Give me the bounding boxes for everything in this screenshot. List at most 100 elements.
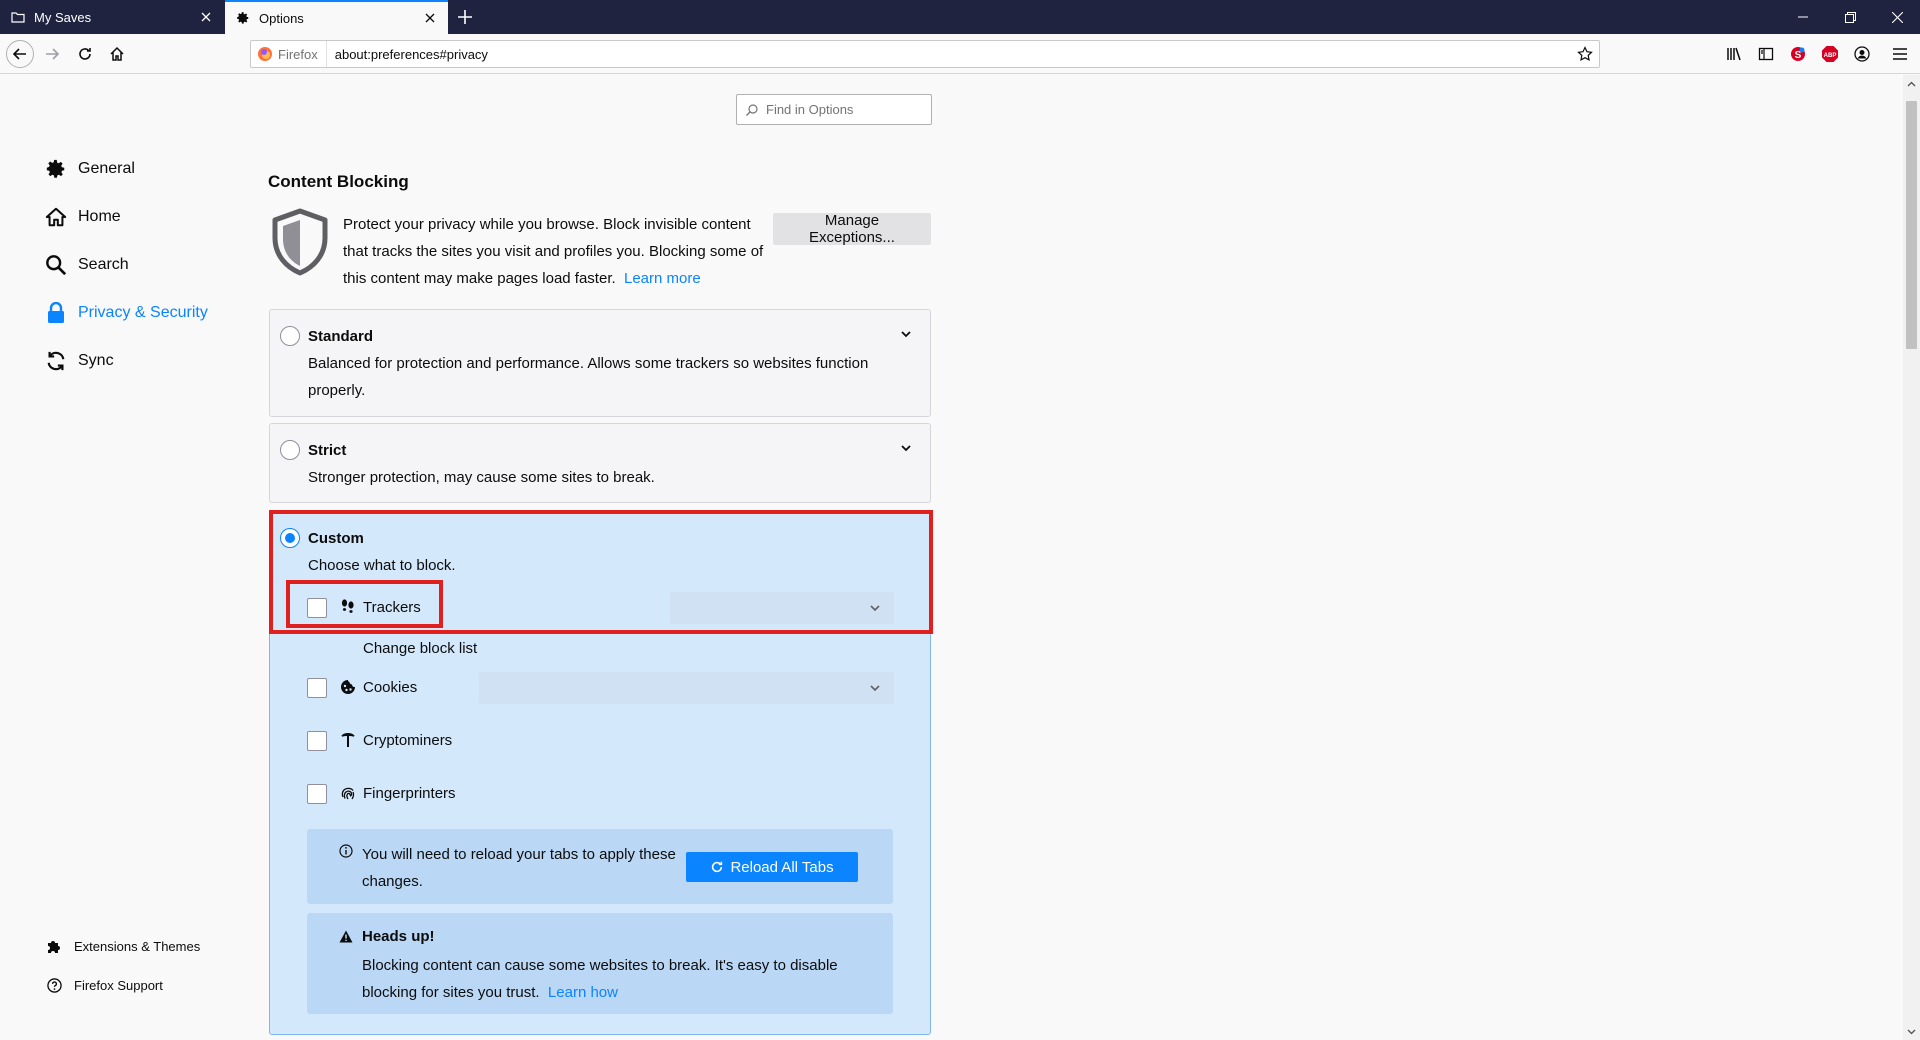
reload-notice-text: You will need to reload your tabs to app… — [362, 846, 676, 890]
custom-radio[interactable] — [280, 528, 300, 548]
vertical-scrollbar[interactable] — [1903, 75, 1920, 1040]
change-block-list-link[interactable]: Change block list — [363, 640, 477, 657]
scroll-down-arrow-icon[interactable] — [1903, 1023, 1920, 1040]
cookies-label: Cookies — [363, 679, 418, 696]
reload-all-tabs-button[interactable]: Reload All Tabs — [686, 852, 858, 882]
close-window-button[interactable] — [1874, 0, 1920, 34]
help-icon — [46, 977, 62, 993]
close-tab-icon[interactable] — [422, 10, 438, 26]
restore-button[interactable] — [1827, 0, 1873, 34]
cookies-checkbox[interactable] — [307, 678, 327, 698]
tab-options[interactable]: Options — [225, 0, 448, 34]
tab-my-saves[interactable]: My Saves — [0, 0, 224, 34]
chevron-down-icon — [870, 679, 880, 697]
svg-text:ABP: ABP — [1824, 53, 1837, 59]
cryptominers-checkbox[interactable] — [307, 731, 327, 751]
extensions-themes-link[interactable]: Extensions & Themes — [46, 935, 200, 957]
chevron-down-icon[interactable] — [898, 440, 914, 456]
chevron-down-icon — [870, 599, 880, 617]
nav-bar: Firefox about:preferences#privacy S ABP — [0, 34, 1920, 74]
pickaxe-icon — [339, 731, 357, 749]
fingerprinters-label: Fingerprinters — [363, 785, 456, 802]
shield-icon — [270, 208, 330, 276]
fingerprint-icon — [339, 784, 357, 802]
menu-icon[interactable] — [1890, 44, 1910, 64]
strict-radio[interactable] — [280, 440, 300, 460]
minimize-button[interactable] — [1780, 0, 1826, 34]
trackers-checkbox[interactable] — [307, 598, 327, 618]
footer-link-label: Firefox Support — [74, 977, 163, 993]
content-blocking-title: Content Blocking — [268, 172, 409, 191]
custom-description: Choose what to block. — [308, 557, 456, 574]
manage-exceptions-button[interactable]: Manage Exceptions... — [773, 212, 931, 246]
cookie-icon — [339, 678, 357, 696]
extension-s-icon[interactable]: S — [1788, 44, 1808, 64]
trackers-select[interactable] — [670, 592, 894, 624]
sidebar-icon[interactable] — [1756, 44, 1776, 64]
heads-up-warning: Heads up! Blocking content can cause som… — [307, 913, 893, 1014]
category-sync[interactable]: Sync — [44, 346, 114, 376]
puzzle-icon — [46, 938, 62, 954]
sync-icon — [44, 349, 68, 373]
identity-label: Firefox — [278, 46, 318, 62]
footprints-icon — [339, 598, 357, 616]
find-in-options-box[interactable] — [736, 94, 932, 125]
chevron-down-icon[interactable] — [898, 326, 914, 342]
lock-icon — [44, 301, 68, 325]
url-text[interactable]: about:preferences#privacy — [327, 47, 1571, 62]
content-blocking-description: Protect your privacy while you browse. B… — [343, 211, 767, 292]
category-search[interactable]: Search — [44, 250, 129, 280]
home-button[interactable] — [103, 40, 131, 68]
bookmark-star-icon[interactable] — [1571, 46, 1599, 62]
category-label: Home — [78, 208, 121, 225]
category-privacy-security[interactable]: Privacy & Security — [44, 298, 208, 328]
learn-more-link[interactable]: Learn more — [624, 270, 701, 287]
scroll-up-arrow-icon[interactable] — [1903, 75, 1920, 92]
cookies-select[interactable] — [479, 672, 894, 704]
url-bar[interactable]: Firefox about:preferences#privacy — [250, 40, 1600, 68]
heads-up-title: Heads up! — [362, 928, 435, 945]
account-icon[interactable] — [1852, 44, 1872, 64]
reload-icon — [712, 861, 723, 873]
forward-button[interactable] — [38, 40, 66, 68]
standard-option-card[interactable]: Standard Balanced for protection and per… — [269, 309, 931, 417]
cryptominers-label: Cryptominers — [363, 732, 453, 749]
category-general[interactable]: General — [44, 154, 135, 184]
strict-title: Strict — [308, 442, 347, 459]
category-home[interactable]: Home — [44, 202, 121, 232]
adblock-plus-icon[interactable]: ABP — [1820, 44, 1840, 64]
reload-all-tabs-label: Reload All Tabs — [730, 858, 834, 876]
strict-option-card[interactable]: Strict Stronger protection, may cause so… — [269, 423, 931, 503]
gear-icon — [44, 157, 68, 181]
firefox-support-link[interactable]: Firefox Support — [46, 974, 163, 996]
reload-notice: You will need to reload your tabs to app… — [307, 829, 893, 904]
heads-up-text: Blocking content can cause some websites… — [362, 952, 882, 1006]
new-tab-button[interactable] — [454, 6, 476, 28]
info-icon — [339, 844, 353, 863]
back-button[interactable] — [6, 40, 34, 68]
home-icon — [44, 205, 68, 229]
strict-description: Stronger protection, may cause some site… — [308, 469, 655, 486]
custom-title: Custom — [308, 530, 364, 547]
folder-icon — [10, 9, 26, 25]
reload-button[interactable] — [71, 40, 99, 68]
fingerprinters-checkbox[interactable] — [307, 784, 327, 804]
tab-strip: My Saves Options — [0, 0, 1920, 34]
gear-icon — [235, 10, 251, 26]
firefox-logo-icon — [258, 47, 272, 61]
learn-how-link[interactable]: Learn how — [548, 984, 618, 1001]
close-tab-icon[interactable] — [198, 9, 214, 25]
footer-link-label: Extensions & Themes — [74, 938, 201, 954]
identity-box[interactable]: Firefox — [251, 41, 327, 67]
standard-description: Balanced for protection and performance.… — [308, 355, 869, 399]
category-label: General — [78, 160, 135, 177]
tab-title: My Saves — [34, 9, 92, 25]
standard-radio[interactable] — [280, 326, 300, 346]
category-label: Sync — [78, 352, 114, 369]
find-in-options-input[interactable] — [764, 101, 924, 118]
standard-title: Standard — [308, 328, 374, 345]
tab-title: Options — [259, 10, 304, 26]
library-icon[interactable] — [1724, 44, 1744, 64]
category-label: Privacy & Security — [78, 304, 208, 321]
scrollbar-thumb[interactable] — [1906, 101, 1917, 349]
